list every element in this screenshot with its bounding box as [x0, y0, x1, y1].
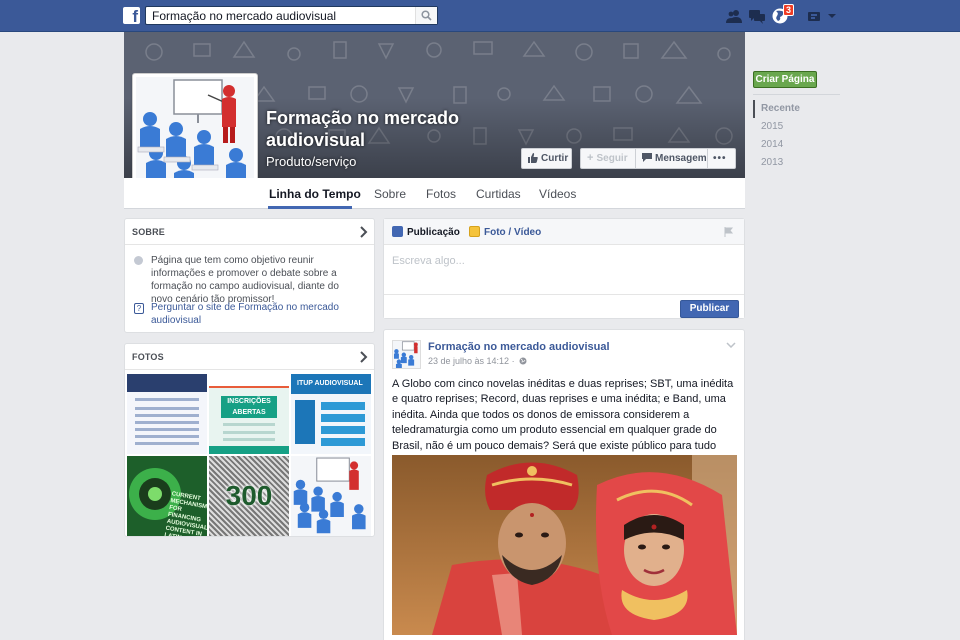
facebook-logo-icon[interactable]: f: [123, 7, 140, 24]
composer-tabs: Publicação Foto / Vídeo: [384, 219, 744, 245]
year-item-2013[interactable]: 2013: [753, 154, 843, 172]
tab-photo-video-label: Foto / Vídeo: [484, 227, 542, 238]
divider: [707, 149, 708, 168]
chevron-right-icon[interactable]: [360, 351, 368, 363]
photos-card-header[interactable]: FOTOS: [125, 344, 374, 370]
about-question-row: ? Perguntar o site de Formação no mercad…: [134, 301, 356, 327]
photo-caption: ITUP AUDIOVISUAL: [291, 374, 371, 394]
about-description: Página que tem como objetivo reunir info…: [151, 255, 339, 305]
photos-card: FOTOS INSCRIÇÕES ABERTAS ITUP AUDIOVISUA…: [124, 343, 375, 537]
tab-photos[interactable]: Fotos: [426, 187, 456, 201]
tab-videos[interactable]: Vídeos: [539, 187, 576, 201]
message-button[interactable]: Mensagem: [642, 149, 707, 168]
page-category[interactable]: Produto/serviço: [266, 154, 356, 169]
message-bubble-icon: [642, 153, 652, 162]
ask-website-link[interactable]: Perguntar o site de Formação no mercado …: [151, 301, 356, 327]
tab-about[interactable]: Sobre: [374, 187, 406, 201]
pencil-icon: [392, 226, 403, 237]
year-item-2015[interactable]: 2015: [753, 118, 843, 136]
feed-post: Formação no mercado audiovisual 23 de ju…: [383, 329, 745, 640]
active-tab-indicator: [268, 206, 352, 209]
photo-thumbnail[interactable]: 300: [209, 456, 289, 536]
about-card-header[interactable]: SOBRE: [125, 219, 374, 245]
post-options-chevron-down-icon[interactable]: [726, 342, 736, 348]
thumbs-up-icon: [528, 153, 538, 163]
composer-footer: Publicar: [384, 294, 744, 318]
publish-button[interactable]: Publicar: [680, 300, 739, 318]
page-action-group: + Seguir Mensagem •••: [580, 148, 736, 169]
photo-thumbnail[interactable]: [291, 456, 371, 536]
page-title[interactable]: Formação no mercado audiovisual: [266, 107, 506, 151]
friend-requests-icon[interactable]: [726, 8, 742, 24]
search-box[interactable]: Formação no mercado audiovisual: [145, 6, 438, 25]
like-button-label: Curtir: [541, 153, 569, 164]
photo-icon: [469, 226, 480, 237]
about-card: SOBRE Página que tem como objetivo reuni…: [124, 218, 375, 333]
photo-thumbnail[interactable]: ITUP AUDIOVISUAL: [291, 374, 371, 454]
post-timestamp[interactable]: 23 de julho às 14:12 ·: [428, 356, 527, 366]
question-icon: ?: [134, 303, 144, 314]
photo-thumbnail[interactable]: [127, 374, 207, 454]
about-card-title: SOBRE: [132, 227, 166, 237]
about-description-row: Página que tem como objetivo reunir info…: [134, 254, 356, 306]
search-button[interactable]: [415, 7, 437, 24]
divider: [753, 94, 840, 95]
year-item-2014[interactable]: 2014: [753, 136, 843, 154]
privacy-shortcuts-icon[interactable]: [806, 8, 822, 24]
divider: [635, 149, 636, 168]
like-page-button[interactable]: Curtir: [521, 148, 572, 169]
flag-icon[interactable]: [724, 227, 734, 237]
tab-publication-label: Publicação: [407, 227, 460, 238]
info-icon: [134, 256, 143, 265]
photo-thumbnail[interactable]: CURRENT MECHANISMS FOR FINANCING AUDIOVI…: [127, 456, 207, 536]
account-menu-chevron-down-icon[interactable]: [827, 8, 843, 24]
follow-button[interactable]: + Seguir: [587, 149, 628, 168]
tab-likes[interactable]: Curtidas: [476, 187, 521, 201]
post-composer: Publicação Foto / Vídeo Escreva algo... …: [383, 218, 745, 319]
tab-photo-video[interactable]: Foto / Vídeo: [469, 226, 541, 238]
more-options-button[interactable]: •••: [713, 149, 727, 168]
message-button-label: Mensagem: [655, 153, 707, 164]
messages-icon[interactable]: [749, 8, 765, 24]
photo-caption: INSCRIÇÕES ABERTAS: [221, 396, 277, 418]
tab-timeline[interactable]: Linha do Tempo: [269, 187, 361, 201]
composer-input[interactable]: Escreva algo...: [392, 255, 465, 267]
follow-button-label: Seguir: [596, 153, 628, 164]
chevron-right-icon[interactable]: [360, 226, 368, 238]
year-item-recent[interactable]: Recente: [753, 100, 843, 118]
photo-caption: 300: [225, 480, 273, 511]
search-icon: [421, 10, 432, 21]
tab-publication[interactable]: Publicação: [392, 226, 460, 238]
photo-thumbnail[interactable]: INSCRIÇÕES ABERTAS: [209, 374, 289, 454]
presentation-people-image: [393, 341, 418, 368]
search-input[interactable]: Formação no mercado audiovisual: [152, 9, 336, 23]
wedding-couple-photo: [392, 455, 737, 635]
create-page-button[interactable]: Criar Página: [753, 71, 817, 88]
globe-icon: [519, 357, 527, 365]
timeline-year-nav: Recente 2015 2014 2013: [753, 100, 843, 172]
post-author-avatar[interactable]: [392, 340, 421, 369]
post-author-name[interactable]: Formação no mercado audiovisual: [428, 341, 610, 353]
post-time[interactable]: 23 de julho às 14:12 ·: [428, 356, 515, 366]
top-bar: f Formação no mercado audiovisual 3: [0, 0, 960, 32]
photos-card-title: FOTOS: [132, 352, 164, 362]
post-photo[interactable]: [392, 455, 737, 635]
presentation-people-image: [293, 457, 366, 534]
page-tabs: Linha do Tempo Sobre Fotos Curtidas Víde…: [124, 178, 745, 209]
notification-badge: 3: [783, 4, 795, 16]
